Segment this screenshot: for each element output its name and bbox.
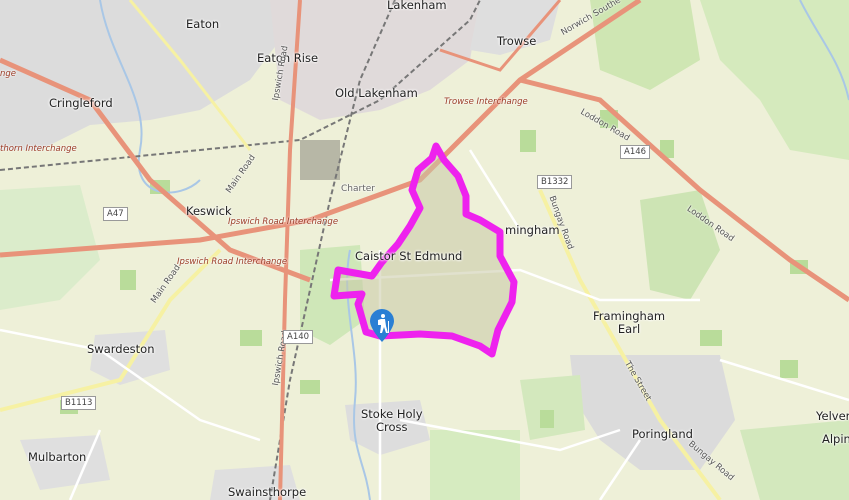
place-label-charter: Charter (341, 184, 375, 194)
place-label-lakenham: Lakenham (387, 0, 447, 12)
road-label-ipswich-road-interchange: Ipswich Road Interchange (228, 217, 339, 227)
road-label-partial: nge (0, 69, 17, 79)
road-ref-a146: A146 (620, 145, 651, 159)
road-label-thickthorn-interchange: thorn Interchange (0, 144, 77, 154)
road-label-ipswich-road-interchange-2: Ipswich Road Interchange (177, 257, 288, 267)
place-label-stoke-holy-cross: Stoke Holy Cross (361, 407, 423, 434)
location-pin-icon (370, 309, 394, 342)
place-label-mulbarton: Mulbarton (28, 450, 87, 464)
place-label-swardeston: Swardeston (87, 342, 155, 356)
road-label-trowse-interchange: Trowse Interchange (444, 97, 528, 107)
place-label-poringland: Poringland (632, 427, 693, 441)
hiker-icon[interactable] (369, 309, 395, 343)
place-label-yelverton: Yelvert (816, 409, 849, 423)
place-label-bixley: mingham (505, 223, 560, 237)
place-label-old-lakenham: Old Lakenham (335, 86, 418, 100)
place-label-caistor-st-edmund: Caistor St Edmund (355, 249, 463, 263)
place-label-alpington: Alpin (822, 432, 849, 446)
road-ref-a47: A47 (103, 207, 128, 221)
place-label-trowse: Trowse (497, 34, 537, 48)
place-label-keswick: Keswick (186, 204, 232, 218)
place-label-cringleford: Cringleford (49, 96, 113, 110)
map-view[interactable]: Eaton Lakenham Eaton Rise Trowse Cringle… (0, 0, 849, 500)
road-ref-a140: A140 (283, 330, 314, 344)
place-label-eaton: Eaton (186, 17, 220, 31)
place-label-framingham-earl: Framingham Earl (593, 309, 666, 336)
road-ref-b1113: B1113 (61, 396, 97, 410)
place-label-swainsthorpe: Swainsthorpe (228, 485, 307, 499)
road-ref-b1332: B1332 (537, 175, 573, 189)
